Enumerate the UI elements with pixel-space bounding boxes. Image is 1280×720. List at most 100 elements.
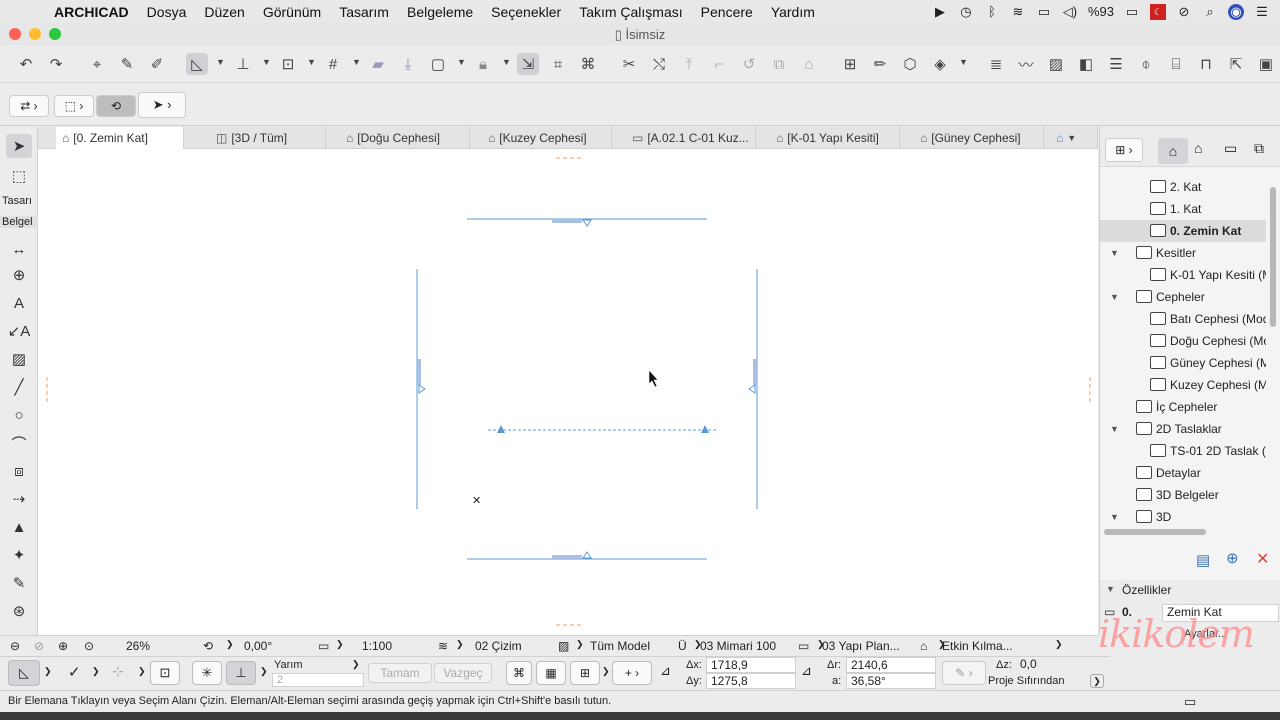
hotspot-tool-icon[interactable]: ▲ [6,515,32,539]
zoom-back-icon[interactable]: ⊘ [34,639,44,653]
navigator-item[interactable]: 1. Kat [1100,198,1266,220]
elevate-icon[interactable]: ⊞ [839,53,861,75]
elevation-marker-right[interactable] [753,359,757,385]
pen-icon[interactable]: ✏ [869,53,891,75]
section-marker-right[interactable] [701,425,709,433]
navigator-item[interactable]: İç Cepheler [1100,396,1266,418]
chevron-right-icon[interactable]: ❯ [138,666,146,677]
collapse-triangle-icon[interactable]: ▼ [1106,584,1115,594]
line-type-icon[interactable]: 〰 [1015,53,1037,75]
wifi-icon[interactable]: ≋ [1010,4,1026,20]
navigator-item[interactable]: Detaylar [1100,462,1266,484]
construction-grid-icon[interactable]: ⊞ [570,661,600,685]
navigator-item[interactable]: ▼ Kesitler [1100,242,1266,264]
figure-tool-icon[interactable]: ⧈ [6,459,32,483]
floor-plan-drawing[interactable]: ✕ [38,149,1098,635]
elevation-marker-bottom[interactable] [552,555,582,559]
zone-icon[interactable]: ⌸ [1165,53,1187,75]
inject-parameters-icon[interactable]: ✐ [146,53,168,75]
grid-snap-icon[interactable]: ▦ [536,661,566,685]
tab-guney-cephesi[interactable]: ⌂ [Güney Cephesi] [914,127,1044,149]
navigator-item[interactable]: Batı Cephesi (Mod [1100,308,1266,330]
chevron-right-icon[interactable]: ❯ [336,639,344,650]
layer-combination[interactable]: 02 Çizim [475,639,522,653]
navigator-item[interactable]: 0. Zemin Kat [1100,220,1266,242]
siri-icon[interactable]: ◉ [1228,3,1244,20]
tab-dogu-cephesi[interactable]: ⌂ [Doğu Cephesi] [340,127,470,149]
zoom-out-icon[interactable]: ⊖ [10,639,20,653]
menu-gorunum[interactable]: Görünüm [263,4,321,20]
menu-app[interactable]: ARCHICAD [54,4,129,20]
circle-tool-icon[interactable]: ○ [6,403,32,427]
arrow-tool-button[interactable]: ➤ › [138,92,186,118]
markup-icon[interactable]: ⇱ [1225,53,1247,75]
lock-icon[interactable]: 🔒︎ [472,53,494,75]
navigator-item[interactable]: Kuzey Cephesi (Mo [1100,374,1266,396]
media-icon[interactable]: ▶ [932,4,948,20]
view-map-icon[interactable]: ⌂ [1194,140,1202,156]
rotate-marquee-button[interactable]: ⟲ [96,95,136,117]
expand-triangle-icon[interactable]: ▼ [1110,424,1119,434]
drawing-tool-icon[interactable]: ✦ [6,543,32,567]
special-snap-icon[interactable]: ⊹ [112,663,124,680]
suspend-groups-icon[interactable]: ▢ [427,53,449,75]
chevron-down-icon[interactable]: ▼ [457,57,466,67]
publisher-sets-icon[interactable]: ⧉ [1254,140,1264,157]
navigator-item[interactable]: 2. Kat [1100,176,1266,198]
dx-field[interactable]: 1718,9 [706,657,796,673]
window-icon[interactable]: ▣ [1255,53,1277,75]
navigator-item[interactable]: TS-01 2D Taslak ( [1100,440,1266,462]
chevron-down-icon[interactable]: ▼ [502,57,511,67]
menu-secenekler[interactable]: Seçenekler [491,4,561,20]
align-icon[interactable]: ⌘ [577,53,599,75]
layout-book-icon[interactable]: ▭ [1224,140,1237,157]
dimension-value[interactable]: 03 Yapı Plan... [822,639,900,653]
worksheet-tool-icon[interactable]: ⊛ [6,599,32,623]
redo-icon[interactable]: ↷ [45,53,67,75]
project-map-icon[interactable]: ⌂ [1158,138,1188,164]
chevron-right-icon[interactable]: ❯ [352,659,360,670]
chevron-down-icon[interactable]: ▼ [959,57,968,67]
menu-belgeleme[interactable]: Belgeleme [407,4,473,20]
check-icon[interactable]: ✓ [68,663,81,681]
level-dimension-icon[interactable]: ⌗ [547,53,569,75]
grid-snap-icon[interactable]: # [322,53,344,75]
surface-icon[interactable]: ◧ [1075,53,1097,75]
pick-up-parameters-icon[interactable]: ✎ [116,53,138,75]
profile-icon[interactable]: ⊓ [1195,53,1217,75]
drawing-canvas[interactable]: ✕ [38,149,1098,635]
mode-value-field[interactable]: 2 [272,673,364,687]
scale-value[interactable]: 1:100 [362,639,392,653]
chevron-right-icon[interactable]: ❯ [456,639,464,650]
trace-icon[interactable]: ⤓ [397,53,419,75]
chevron-right-icon[interactable]: ❯ [1055,639,1063,650]
settings-icon[interactable]: ▤ [1196,551,1210,569]
intersection-snap-icon[interactable]: ⌘ [506,661,532,685]
menu-pencere[interactable]: Pencere [701,4,753,20]
render-icon[interactable]: ◈ [929,53,951,75]
dimension-tool-icon[interactable]: ↔ [6,237,32,261]
intersect-icon[interactable]: ⤭ [648,53,670,75]
navigator-item[interactable]: 3D Belgeler [1100,484,1266,506]
text-tool-icon[interactable]: A [6,291,32,315]
arrow-tool-icon[interactable]: ➤ [6,134,32,158]
fill-icon[interactable]: ▨ [1045,53,1067,75]
snap-guides-icon[interactable]: ⊥ [232,53,254,75]
chevron-down-icon[interactable]: ▼ [262,57,271,67]
renovation-value[interactable]: Etkin Kılma... [942,639,1013,653]
volume-icon[interactable]: ◁) [1062,4,1078,20]
tab-zemin-kat[interactable]: ⌂ [0. Zemin Kat] [56,127,184,149]
elevation-marker-left[interactable] [417,359,421,385]
magic-wand-icon[interactable]: ✳ [192,661,222,685]
undo-icon[interactable]: ↶ [15,53,37,75]
dimension-tool-icon[interactable]: ⇲ [517,53,539,75]
ok-button[interactable]: Tamam [368,663,432,683]
pencil-button[interactable]: ✎ › [942,661,986,685]
navigator-popup-button[interactable]: ⊞ › [1105,138,1143,162]
geometry-method-icon[interactable]: ◺ [8,660,40,686]
chevron-right-icon[interactable]: ❯ [260,666,268,677]
panel-toggle-icon[interactable]: ▭ [1184,694,1196,710]
navigator-item[interactable]: ▼ 3D [1100,506,1266,528]
relative-construction-icon[interactable]: ⊡ [150,661,180,685]
tab-yapi-kesiti[interactable]: ⌂ [K-01 Yapı Kesiti] [770,127,900,149]
